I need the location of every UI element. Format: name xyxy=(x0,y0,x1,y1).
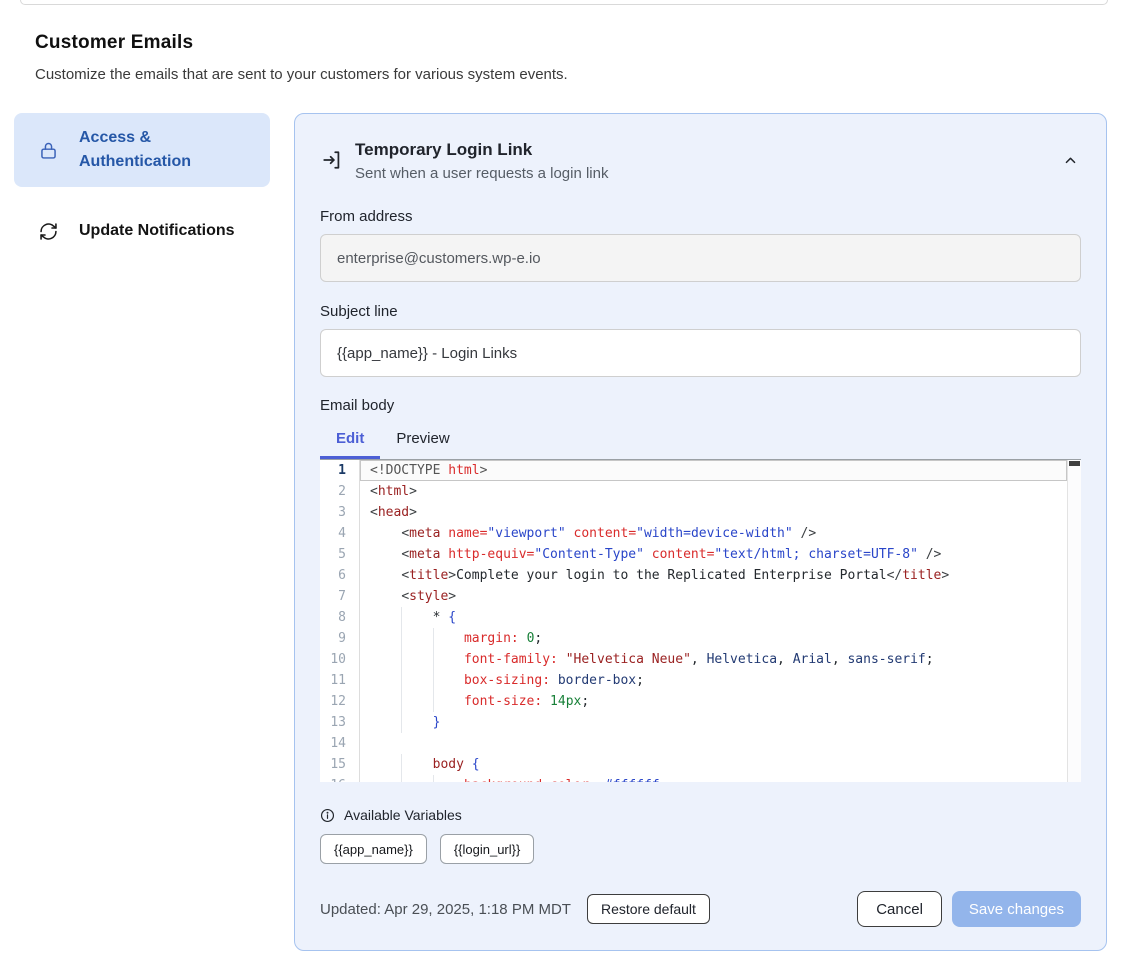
editor-line[interactable]: 8 * { xyxy=(320,607,1081,628)
line-number: 15 xyxy=(320,754,360,775)
editor-line[interactable]: 9 margin: 0; xyxy=(320,628,1081,649)
lock-icon xyxy=(37,139,59,161)
line-number: 11 xyxy=(320,670,360,691)
email-body-label: Email body xyxy=(320,397,1081,414)
editor-line[interactable]: 1<!DOCTYPE html> xyxy=(320,460,1081,481)
sidebar-item-label: Access & Authentication xyxy=(79,126,254,174)
available-variables-label: Available Variables xyxy=(344,807,462,823)
line-number: 14 xyxy=(320,733,360,754)
editor-line[interactable]: 12 font-size: 14px; xyxy=(320,691,1081,712)
code-editor[interactable]: 1<!DOCTYPE html>2<html>3<head>4 <meta na… xyxy=(320,459,1081,782)
page-header: Customer Emails Customize the emails tha… xyxy=(35,32,1093,83)
updated-timestamp: Updated: Apr 29, 2025, 1:18 PM MDT xyxy=(320,901,571,918)
line-number: 12 xyxy=(320,691,360,712)
editor-line[interactable]: 16 background-color: #ffffff; xyxy=(320,775,1081,782)
tab-preview[interactable]: Preview xyxy=(380,430,465,459)
panel-subtitle: Sent when a user requests a login link xyxy=(355,165,608,182)
cancel-button[interactable]: Cancel xyxy=(857,891,942,927)
line-number: 7 xyxy=(320,586,360,607)
chevron-up-icon xyxy=(1063,153,1078,168)
line-number: 3 xyxy=(320,502,360,523)
panel-header: Temporary Login Link Sent when a user re… xyxy=(320,140,1081,182)
sidebar-item-label: Update Notifications xyxy=(79,219,235,243)
page-title: Customer Emails xyxy=(35,32,1093,54)
line-number: 13 xyxy=(320,712,360,733)
tab-edit[interactable]: Edit xyxy=(320,430,380,459)
collapse-button[interactable] xyxy=(1059,149,1081,171)
editor-line[interactable]: 15 body { xyxy=(320,754,1081,775)
editor-line[interactable]: 4 <meta name="viewport" content="width=d… xyxy=(320,523,1081,544)
sidebar: Access & Authentication Update Notificat… xyxy=(14,113,270,256)
editor-line[interactable]: 11 box-sizing: border-box; xyxy=(320,670,1081,691)
line-number: 16 xyxy=(320,775,360,782)
page-subtitle: Customize the emails that are sent to yo… xyxy=(35,66,1093,83)
panel-title: Temporary Login Link xyxy=(355,140,608,160)
editor-line[interactable]: 2<html> xyxy=(320,481,1081,502)
editor-tabs: Edit Preview xyxy=(320,430,1081,459)
line-number: 2 xyxy=(320,481,360,502)
editor-line[interactable]: 7 <style> xyxy=(320,586,1081,607)
variable-chip-app-name[interactable]: {{app_name}} xyxy=(320,834,427,864)
line-number: 8 xyxy=(320,607,360,628)
line-number: 5 xyxy=(320,544,360,565)
line-number: 6 xyxy=(320,565,360,586)
line-number: 4 xyxy=(320,523,360,544)
subject-line-input[interactable] xyxy=(320,329,1081,377)
refresh-icon xyxy=(37,220,59,242)
editor-line[interactable]: 6 <title>Complete your login to the Repl… xyxy=(320,565,1081,586)
restore-default-button[interactable]: Restore default xyxy=(587,894,710,924)
line-number: 10 xyxy=(320,649,360,670)
from-address-label: From address xyxy=(320,208,1081,225)
subject-line-label: Subject line xyxy=(320,303,1081,320)
login-icon xyxy=(321,149,343,171)
editor-line[interactable]: 5 <meta http-equiv="Content-Type" conten… xyxy=(320,544,1081,565)
editor-line[interactable]: 3<head> xyxy=(320,502,1081,523)
code-lines: 1<!DOCTYPE html>2<html>3<head>4 <meta na… xyxy=(320,460,1081,782)
sidebar-item-access-authentication[interactable]: Access & Authentication xyxy=(14,113,270,187)
available-variables-header: Available Variables xyxy=(320,807,1081,823)
editor-line[interactable]: 14 xyxy=(320,733,1081,754)
variable-chip-login-url[interactable]: {{login_url}} xyxy=(440,834,535,864)
editor-scrollbar-thumb[interactable] xyxy=(1069,461,1080,466)
line-number: 1 xyxy=(320,460,360,481)
save-changes-button[interactable]: Save changes xyxy=(952,891,1081,927)
info-icon xyxy=(320,808,335,823)
editor-line[interactable]: 13 } xyxy=(320,712,1081,733)
previous-card-edge xyxy=(20,0,1108,5)
editor-scrollbar[interactable] xyxy=(1067,460,1081,782)
panel-footer: Updated: Apr 29, 2025, 1:18 PM MDT Resto… xyxy=(320,891,1081,927)
editor-line[interactable]: 10 font-family: "Helvetica Neue", Helvet… xyxy=(320,649,1081,670)
email-settings-panel: Temporary Login Link Sent when a user re… xyxy=(294,113,1107,951)
from-address-input xyxy=(320,234,1081,282)
variable-chips: {{app_name}} {{login_url}} xyxy=(320,834,1081,864)
sidebar-item-update-notifications[interactable]: Update Notifications xyxy=(14,206,270,256)
line-number: 9 xyxy=(320,628,360,649)
